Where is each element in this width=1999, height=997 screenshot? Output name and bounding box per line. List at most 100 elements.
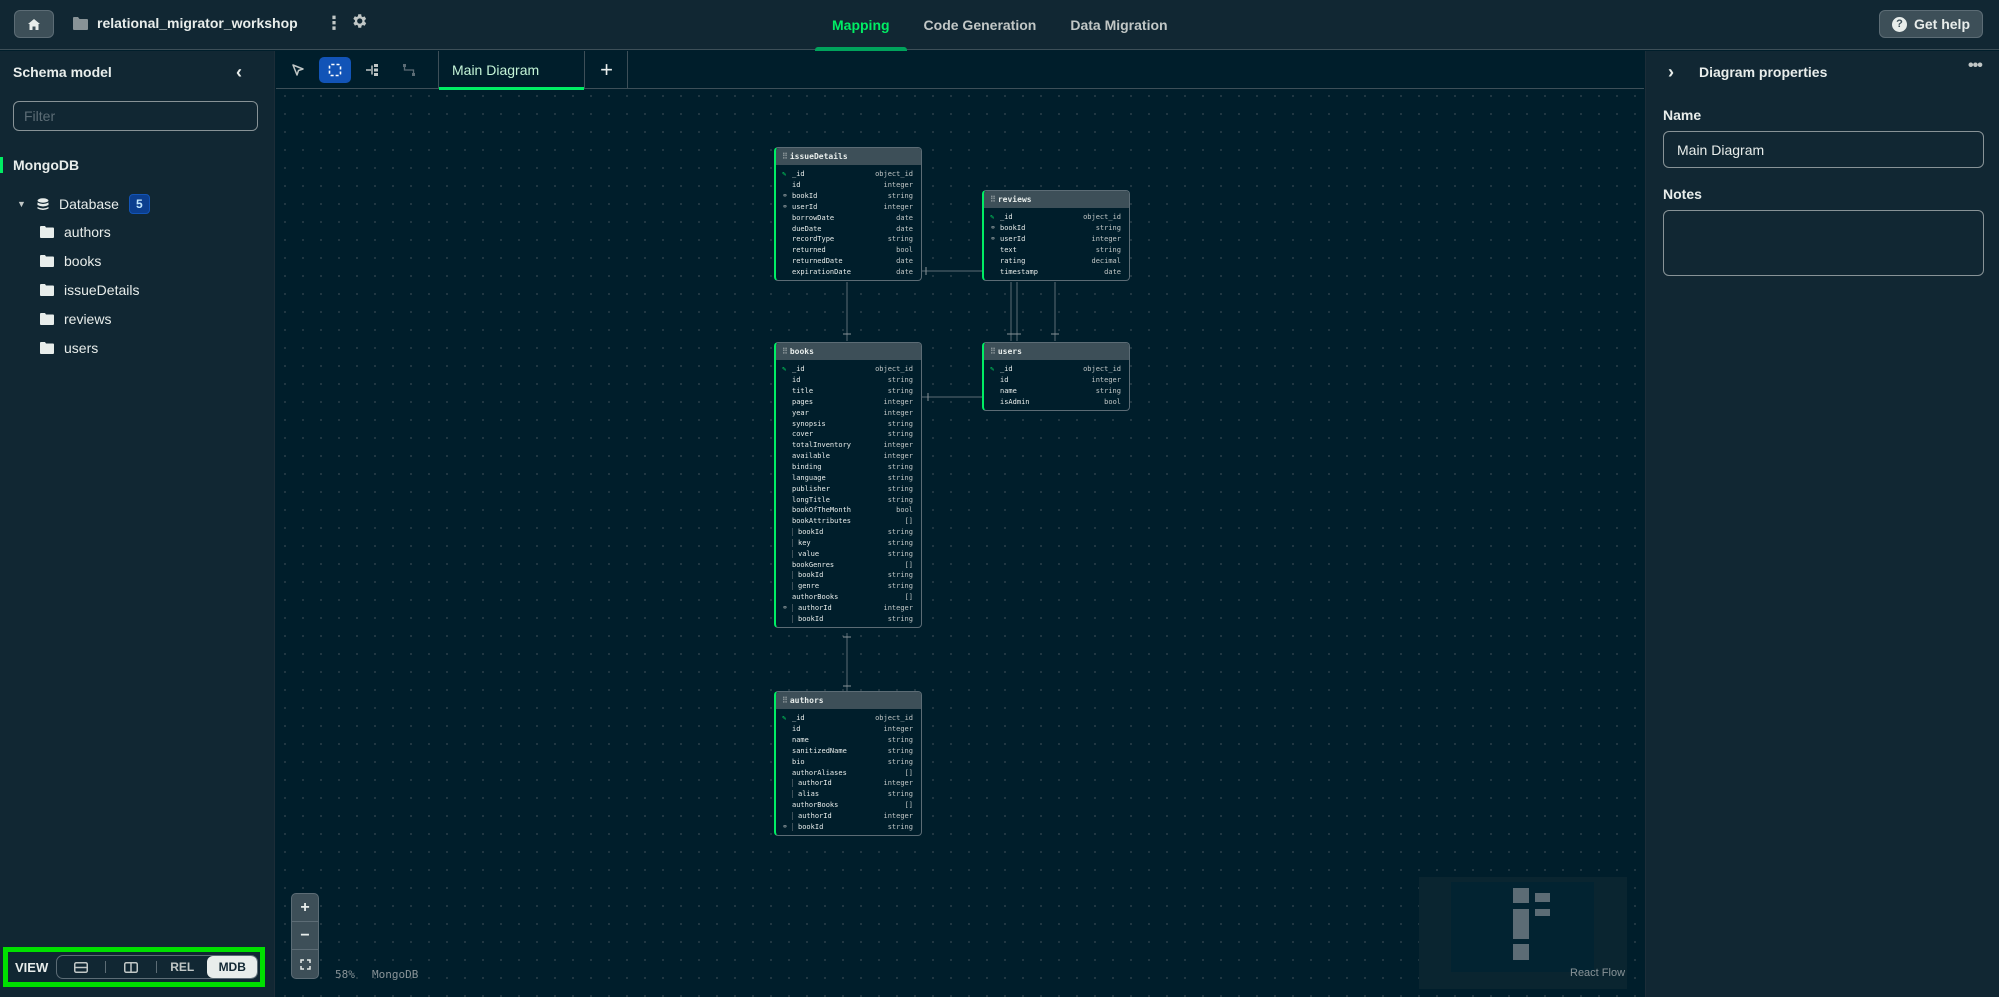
- tab-code-generation[interactable]: Code Generation: [907, 0, 1054, 50]
- field-row[interactable]: authorBooks []: [782, 592, 913, 603]
- field-row[interactable]: publisher string: [782, 483, 913, 494]
- tab-data-migration[interactable]: Data Migration: [1053, 0, 1184, 50]
- auto-layout-tool-button[interactable]: [356, 57, 388, 83]
- view-vertical-split-button[interactable]: [106, 956, 156, 978]
- relationship-tool-button[interactable]: [393, 57, 425, 83]
- field-row[interactable]: ✎ _id object_id: [782, 364, 913, 375]
- tree-database[interactable]: ▼ Database 5: [17, 194, 150, 214]
- field-row[interactable]: id integer: [990, 375, 1121, 386]
- field-row[interactable]: ⚭ userId integer: [990, 234, 1121, 245]
- tree-item-issuedetails[interactable]: issueDetails: [40, 282, 139, 298]
- field-row[interactable]: id string: [782, 375, 913, 386]
- node-books[interactable]: ⠿ books ✎ _id object_id id string title string p…: [774, 342, 922, 629]
- drag-handle-icon[interactable]: ⠿: [782, 152, 788, 161]
- field-row[interactable]: returned bool: [782, 245, 913, 256]
- field-row[interactable]: totalInventory integer: [782, 440, 913, 451]
- field-row[interactable]: sanitizedName string: [782, 746, 913, 757]
- field-row[interactable]: id integer: [782, 724, 913, 735]
- node-header[interactable]: ⠿ books: [776, 343, 921, 360]
- drag-handle-icon[interactable]: ⠿: [990, 347, 996, 356]
- node-reviews[interactable]: ⠿ reviews ✎ _id object_id ⚭ bookId string ⚭ user…: [982, 190, 1130, 282]
- node-users[interactable]: ⠿ users ✎ _id object_id id integer name string i…: [982, 342, 1130, 412]
- field-row[interactable]: recordType string: [782, 234, 913, 245]
- field-row[interactable]: language string: [782, 472, 913, 483]
- field-row[interactable]: ⚭ authorId integer: [782, 603, 913, 614]
- field-row[interactable]: binding string: [782, 462, 913, 473]
- field-row[interactable]: cover string: [782, 429, 913, 440]
- field-row[interactable]: isAdmin bool: [990, 397, 1121, 408]
- tree-item-users[interactable]: users: [40, 340, 98, 356]
- get-help-button[interactable]: ? Get help: [1879, 10, 1983, 38]
- field-row[interactable]: genre string: [782, 581, 913, 592]
- field-row[interactable]: alias string: [782, 789, 913, 800]
- field-row[interactable]: bookId string: [782, 570, 913, 581]
- field-row[interactable]: year integer: [782, 407, 913, 418]
- field-row[interactable]: ⚭ bookId string: [782, 191, 913, 202]
- settings-gear-icon[interactable]: [350, 12, 368, 30]
- field-row[interactable]: longTitle string: [782, 494, 913, 505]
- zoom-in-button[interactable]: +: [292, 894, 318, 922]
- field-row[interactable]: expirationDate date: [782, 267, 913, 278]
- collapse-panel-button[interactable]: ›: [1668, 62, 1674, 83]
- tree-item-books[interactable]: books: [40, 253, 101, 269]
- field-row[interactable]: authorId integer: [782, 811, 913, 822]
- field-row[interactable]: bookGenres []: [782, 559, 913, 570]
- view-rel-button[interactable]: REL: [157, 956, 207, 978]
- field-row[interactable]: returnedDate date: [782, 256, 913, 267]
- node-authors[interactable]: ⠿ authors ✎ _id object_id id integer name strin…: [774, 691, 922, 837]
- field-row[interactable]: id integer: [782, 180, 913, 191]
- node-header[interactable]: ⠿ reviews: [984, 191, 1129, 208]
- project-menu-button[interactable]: ⋮: [325, 13, 343, 34]
- field-row[interactable]: ✎ _id object_id: [782, 713, 913, 724]
- field-row[interactable]: name string: [990, 386, 1121, 397]
- field-row[interactable]: name string: [782, 735, 913, 746]
- zoom-out-button[interactable]: −: [292, 922, 318, 950]
- fit-view-button[interactable]: [292, 950, 318, 978]
- field-row[interactable]: ⚭ userId integer: [782, 202, 913, 213]
- tree-item-reviews[interactable]: reviews: [40, 311, 111, 327]
- notes-textarea[interactable]: [1663, 210, 1984, 276]
- field-row[interactable]: bio string: [782, 756, 913, 767]
- field-row[interactable]: authorId integer: [782, 778, 913, 789]
- field-row[interactable]: bookOfTheMonth bool: [782, 505, 913, 516]
- field-row[interactable]: bookAttributes []: [782, 516, 913, 527]
- filter-input[interactable]: [13, 101, 258, 131]
- react-flow-attribution[interactable]: React Flow: [1570, 967, 1625, 979]
- field-row[interactable]: rating decimal: [990, 255, 1121, 266]
- tree-item-authors[interactable]: authors: [40, 224, 111, 240]
- field-row[interactable]: ✎ _id object_id: [990, 364, 1121, 375]
- field-row[interactable]: ⚭ bookId string: [782, 821, 913, 832]
- more-options-button[interactable]: •••: [1968, 57, 1983, 75]
- node-header[interactable]: ⠿ authors: [776, 692, 921, 709]
- field-row[interactable]: ✎ _id object_id: [990, 212, 1121, 223]
- field-row[interactable]: dueDate date: [782, 223, 913, 234]
- diagram-canvas[interactable]: Main Diagram + ⠿ issueDetails ✎ _id object_…: [276, 51, 1644, 997]
- field-row[interactable]: bookId string: [782, 527, 913, 538]
- field-row[interactable]: pages integer: [782, 397, 913, 408]
- field-row[interactable]: synopsis string: [782, 418, 913, 429]
- field-row[interactable]: ⚭ bookId string: [990, 223, 1121, 234]
- pointer-tool-button[interactable]: [282, 57, 314, 83]
- field-row[interactable]: value string: [782, 548, 913, 559]
- tab-main-diagram[interactable]: Main Diagram: [438, 51, 585, 90]
- field-row[interactable]: title string: [782, 386, 913, 397]
- field-row[interactable]: authorBooks []: [782, 800, 913, 811]
- field-row[interactable]: authorAliases []: [782, 767, 913, 778]
- node-header[interactable]: ⠿ issueDetails: [776, 148, 921, 165]
- field-row[interactable]: bookId string: [782, 613, 913, 624]
- select-area-tool-button[interactable]: [319, 56, 351, 83]
- caret-down-icon[interactable]: ▼: [17, 199, 27, 209]
- home-button[interactable]: [14, 10, 54, 38]
- drag-handle-icon[interactable]: ⠿: [782, 347, 788, 356]
- field-row[interactable]: key string: [782, 538, 913, 549]
- view-horizontal-split-button[interactable]: [57, 956, 105, 978]
- field-row[interactable]: available integer: [782, 451, 913, 462]
- drag-handle-icon[interactable]: ⠿: [782, 696, 788, 705]
- diagram-name-input[interactable]: [1663, 131, 1984, 168]
- drag-handle-icon[interactable]: ⠿: [990, 195, 996, 204]
- tab-mapping[interactable]: Mapping: [815, 0, 907, 51]
- add-diagram-tab-button[interactable]: +: [586, 51, 628, 89]
- collapse-sidebar-button[interactable]: ‹: [236, 62, 242, 83]
- field-row[interactable]: ✎ _id object_id: [782, 169, 913, 180]
- view-mdb-button[interactable]: MDB: [207, 956, 258, 978]
